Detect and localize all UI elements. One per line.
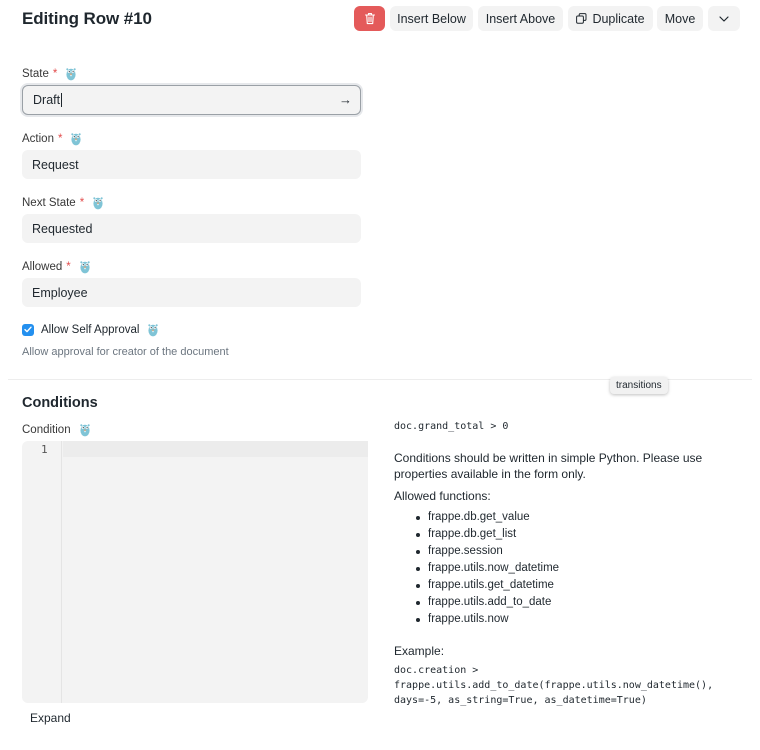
section-title: Conditions bbox=[22, 395, 98, 411]
next-state-value: Requested bbox=[32, 221, 93, 236]
trash-icon bbox=[364, 13, 375, 25]
allowed-label-text: Allowed bbox=[22, 260, 63, 273]
next-state-input[interactable]: Requested bbox=[22, 214, 361, 243]
allowed-input[interactable]: Employee bbox=[22, 278, 361, 307]
next-state-label: Next State * bbox=[22, 195, 104, 210]
duplicate-button[interactable]: Duplicate bbox=[568, 6, 653, 31]
allowed-functions-list: frappe.db.get_value frappe.db.get_list f… bbox=[414, 509, 559, 628]
gopher-icon bbox=[71, 133, 82, 146]
checkmark-icon bbox=[24, 326, 32, 333]
allowed-functions-title: Allowed functions: bbox=[394, 489, 491, 503]
state-label: State * bbox=[22, 66, 77, 81]
expand-button[interactable]: Expand bbox=[30, 711, 71, 725]
editor-active-line[interactable] bbox=[63, 441, 368, 457]
gopher-icon bbox=[148, 324, 159, 337]
list-item: frappe.utils.now bbox=[414, 611, 559, 628]
conditions-description: Conditions should be written in simple P… bbox=[394, 451, 703, 481]
chevron-down-icon bbox=[719, 15, 729, 22]
gopher-icon bbox=[79, 424, 90, 437]
more-options-button[interactable] bbox=[708, 6, 740, 31]
arrow-right-icon[interactable]: → bbox=[339, 92, 352, 107]
state-value: Draft bbox=[33, 93, 61, 107]
allow-self-approval-label: Allow Self Approval bbox=[41, 323, 140, 336]
example-title: Example: bbox=[394, 644, 445, 658]
required-asterisk: * bbox=[57, 132, 63, 145]
required-asterisk: * bbox=[52, 67, 58, 80]
line-number: 1 bbox=[41, 443, 48, 456]
gopher-icon bbox=[93, 197, 103, 210]
list-item: frappe.db.get_list bbox=[414, 526, 559, 543]
next-state-label-text: Next State bbox=[22, 196, 76, 209]
page-title: Editing Row #10 bbox=[22, 9, 152, 28]
required-asterisk: * bbox=[79, 196, 85, 209]
action-label-text: Action bbox=[22, 132, 54, 145]
tooltip: transitions bbox=[610, 377, 668, 394]
example-inline-code: doc.grand_total > 0 bbox=[394, 421, 509, 432]
required-asterisk: * bbox=[66, 260, 71, 273]
editor-gutter: 1 bbox=[22, 441, 62, 703]
gopher-icon bbox=[66, 68, 77, 81]
action-input[interactable]: Request bbox=[22, 150, 361, 179]
duplicate-icon bbox=[576, 13, 587, 24]
list-item: frappe.db.get_value bbox=[414, 509, 559, 526]
state-label-text: State bbox=[22, 67, 49, 80]
list-item: frappe.utils.add_to_date bbox=[414, 594, 559, 611]
state-input[interactable]: Draft → bbox=[22, 85, 361, 115]
gopher-icon bbox=[80, 261, 90, 274]
insert-above-button[interactable]: Insert Above bbox=[478, 6, 563, 31]
list-item: frappe.utils.now_datetime bbox=[414, 560, 559, 577]
condition-label: Condition bbox=[22, 422, 91, 437]
delete-button[interactable] bbox=[354, 6, 385, 31]
allow-self-approval-row: Allow Self Approval bbox=[22, 322, 159, 337]
example-code: doc.creation > frappe.utils.add_to_date(… bbox=[394, 665, 714, 706]
insert-below-button[interactable]: Insert Below bbox=[390, 6, 473, 31]
action-label: Action * bbox=[22, 131, 82, 146]
allowed-value: Employee bbox=[32, 285, 88, 300]
allow-self-approval-checkbox[interactable] bbox=[22, 323, 34, 336]
list-item: frappe.utils.get_datetime bbox=[414, 577, 559, 594]
text-caret bbox=[61, 93, 63, 107]
dialog-header: Editing Row #10 Insert Below Insert Abov… bbox=[0, 0, 760, 40]
condition-label-text: Condition bbox=[22, 423, 71, 436]
allow-self-approval-help: Allow approval for creator of the docume… bbox=[22, 346, 229, 358]
list-item: frappe.session bbox=[414, 543, 559, 560]
move-button[interactable]: Move bbox=[657, 6, 703, 31]
action-value: Request bbox=[32, 157, 79, 172]
condition-code-editor[interactable]: 1 bbox=[22, 441, 368, 703]
duplicate-label: Duplicate bbox=[592, 11, 645, 26]
allowed-label: Allowed * bbox=[22, 259, 91, 274]
